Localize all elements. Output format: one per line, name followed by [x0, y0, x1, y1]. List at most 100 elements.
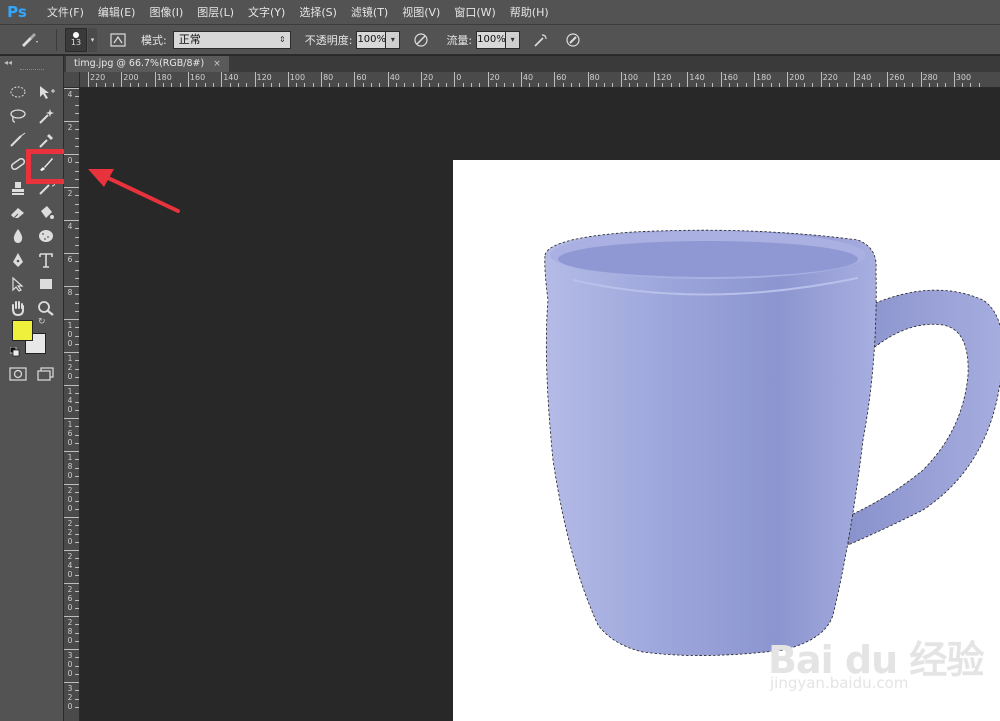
menu-window[interactable]: 窗口(W): [447, 0, 502, 25]
foreground-color-swatch[interactable]: [12, 320, 33, 341]
blur-tool[interactable]: [6, 226, 30, 246]
brush-size-preview[interactable]: 13: [65, 27, 87, 52]
menu-type[interactable]: 文字(Y): [241, 0, 292, 25]
ruler-label: 2 4 0: [67, 552, 73, 579]
ruler-tick: [754, 72, 755, 87]
opacity-dropdown[interactable]: ▾: [386, 30, 401, 49]
ruler-minor-tick: [75, 104, 79, 106]
ruler-minor-tick: [279, 83, 281, 87]
menu-file[interactable]: 文件(F): [40, 0, 91, 25]
ruler-minor-tick: [75, 145, 79, 147]
ruler-minor-tick: [75, 112, 79, 114]
ruler-label: 60: [556, 73, 567, 82]
ruler-minor-tick: [645, 83, 647, 87]
ruler-minor-tick: [75, 302, 79, 304]
ruler-minor-tick: [296, 83, 298, 87]
horizontal-ruler[interactable]: 220 200 180 160 140 120 100 80 60 40 20 0 20 40 60 80 10…: [80, 72, 1000, 88]
mode-label: 模式:: [141, 33, 167, 47]
pressure-opacity-toggle[interactable]: [410, 29, 432, 51]
ruler-label: 200: [789, 73, 805, 82]
document-tab[interactable]: timg.jpg @ 66.7%(RGB/8#) ×: [66, 56, 229, 72]
quick-mask-button[interactable]: [6, 364, 30, 384]
zoom-tool[interactable]: [34, 298, 58, 318]
flow-dropdown[interactable]: ▾: [506, 30, 521, 49]
menu-select[interactable]: 选择(S): [292, 0, 344, 25]
brush-panel-icon: [110, 32, 126, 47]
ruler-minor-tick: [204, 83, 206, 87]
menu-edit[interactable]: 编辑(E): [91, 0, 143, 25]
ruler-label: 180: [756, 73, 772, 82]
swap-colors-icon[interactable]: ↻: [38, 317, 46, 327]
baidu-watermark: Bai du 经验 jingyan.baidu.com: [758, 624, 988, 704]
ruler-minor-tick: [96, 83, 98, 87]
ruler-minor-tick: [75, 195, 79, 197]
magic-wand-tool[interactable]: [34, 106, 58, 126]
ruler-label: 20: [489, 73, 500, 82]
ruler-label: 80: [589, 73, 600, 82]
screen-mode-button[interactable]: [34, 364, 58, 384]
ruler-minor-tick: [75, 401, 79, 403]
ruler-minor-tick: [75, 360, 79, 362]
menu-layer[interactable]: 图层(L): [190, 0, 241, 25]
brush-icon: [22, 32, 38, 47]
ruler-tick: [587, 72, 589, 87]
hand-tool[interactable]: [6, 298, 30, 318]
ruler-tick: [654, 72, 656, 87]
opacity-input[interactable]: 100%: [356, 30, 387, 49]
ruler-minor-tick: [75, 137, 79, 139]
pressure-size-toggle[interactable]: [562, 29, 584, 51]
flow-input[interactable]: 100%: [476, 30, 507, 49]
ruler-label: 4: [67, 90, 73, 99]
eraser-icon: [11, 208, 24, 219]
ruler-minor-tick: [729, 83, 731, 87]
ruler-origin[interactable]: [64, 72, 80, 88]
ruler-minor-tick: [870, 83, 872, 87]
path-selection-tool[interactable]: [6, 274, 30, 294]
move-tool[interactable]: [34, 82, 58, 102]
ruler-minor-tick: [196, 83, 198, 87]
menu-filter[interactable]: 滤镜(T): [344, 0, 395, 25]
menu-view[interactable]: 视图(V): [395, 0, 447, 25]
ruler-minor-tick: [445, 83, 447, 87]
lasso-tool[interactable]: [6, 106, 30, 126]
ruler-minor-tick: [629, 83, 631, 87]
ruler-minor-tick: [970, 83, 972, 87]
sponge-tool[interactable]: [34, 226, 58, 246]
airbrush-toggle[interactable]: [530, 29, 552, 51]
panel-grip[interactable]: [20, 69, 44, 71]
menu-image[interactable]: 图像(I): [142, 0, 190, 25]
ruler-minor-tick: [75, 690, 79, 692]
brush-preset-dropdown[interactable]: ▾: [88, 27, 97, 52]
ruler-tick: [64, 484, 79, 485]
default-colors-icon[interactable]: [10, 347, 20, 357]
type-tool[interactable]: [34, 250, 58, 270]
eraser-tool[interactable]: [6, 202, 30, 222]
crop-tool[interactable]: [6, 130, 30, 150]
ruler-tick: [321, 72, 323, 87]
ruler-label: 240: [855, 73, 872, 82]
collapse-icon[interactable]: ◂◂: [4, 58, 12, 67]
menu-help[interactable]: 帮助(H): [503, 0, 556, 25]
close-icon[interactable]: ×: [213, 59, 221, 69]
eyedropper-tool[interactable]: [34, 130, 58, 150]
ruler-tick: [787, 72, 789, 87]
ruler-minor-tick: [104, 83, 106, 87]
mode-select[interactable]: 正常 ⇕: [172, 30, 291, 49]
ruler-minor-tick: [479, 83, 481, 87]
chevron-updown-icon: ⇕: [279, 34, 286, 44]
rectangle-tool[interactable]: [34, 274, 58, 294]
ruler-minor-tick: [912, 83, 914, 87]
ruler-minor-tick: [75, 261, 79, 263]
ruler-minor-tick: [545, 83, 547, 87]
ruler-label: 180: [156, 73, 172, 82]
marquee-tool[interactable]: [6, 82, 30, 102]
pen-tool[interactable]: [6, 250, 30, 270]
ruler-minor-tick: [75, 475, 79, 477]
ruler-minor-tick: [837, 83, 839, 87]
ruler-tick: [64, 352, 79, 353]
brush-panel-toggle[interactable]: [107, 29, 129, 51]
tool-preset-picker[interactable]: [10, 28, 50, 52]
ruler-tick: [487, 72, 489, 87]
paint-bucket-tool[interactable]: [34, 202, 58, 222]
vertical-ruler[interactable]: 4 2 0 2 4 6 8 1 0 0 1 2 0 1 4 0 1 6 0 1 8 0 2 0 0 2 2…: [64, 88, 80, 721]
